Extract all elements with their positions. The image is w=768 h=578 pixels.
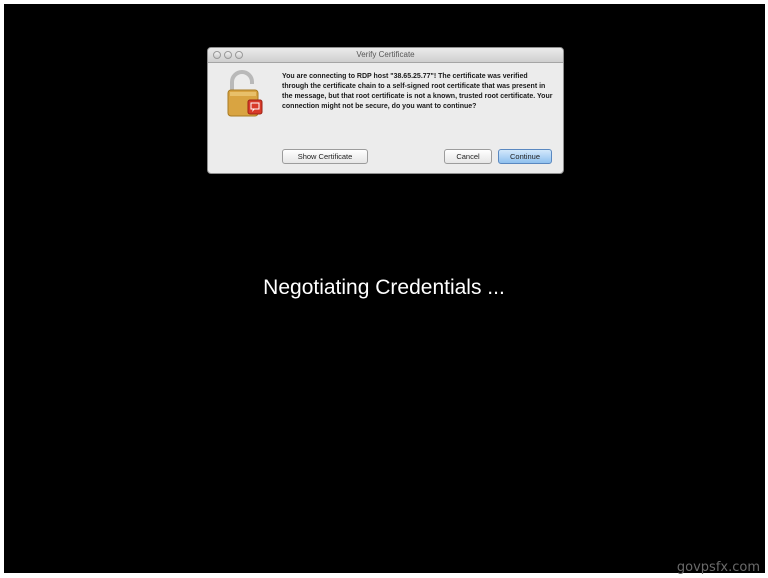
dialog-titlebar: Verify Certificate xyxy=(208,48,563,63)
watermark: govpsfx.com xyxy=(676,560,760,575)
verify-certificate-dialog: Verify Certificate You are connecting to… xyxy=(207,47,564,174)
dialog-title: Verify Certificate xyxy=(356,50,415,59)
show-certificate-button[interactable]: Show Certificate xyxy=(282,149,368,164)
unlocked-padlock-icon xyxy=(227,70,263,117)
certificate-warning-message: You are connecting to RDP host "38.65.25… xyxy=(282,73,553,110)
continue-button[interactable]: Continue xyxy=(498,149,552,164)
negotiating-status-text: Negotiating Credentials ... xyxy=(263,276,505,299)
cancel-button[interactable]: Cancel xyxy=(444,149,492,164)
